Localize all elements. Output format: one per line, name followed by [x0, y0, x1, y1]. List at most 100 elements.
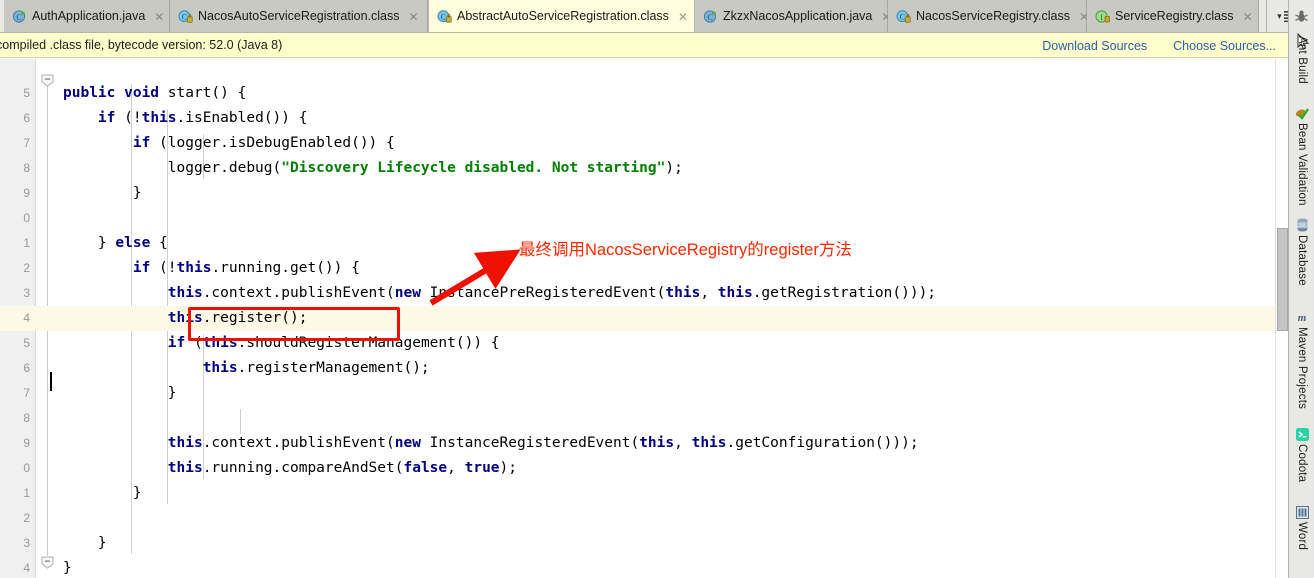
code-line[interactable]: 8 — [0, 406, 1288, 431]
line-number: 3 — [23, 286, 30, 300]
editor-tab-label: ServiceRegistry.class — [1115, 9, 1234, 24]
code-line[interactable]: 5 public void start() { — [0, 81, 1288, 106]
debug-bug-icon[interactable] — [1290, 5, 1312, 27]
tool-window-label: Codota — [1296, 444, 1308, 483]
close-icon[interactable]: ✕ — [408, 10, 418, 24]
line-number: 7 — [23, 136, 30, 150]
code-line-text: this.registerManagement(); — [202, 360, 430, 376]
svg-text:C: C — [900, 13, 905, 22]
line-number: 6 — [23, 361, 30, 375]
codota-icon — [1295, 427, 1309, 441]
editor-tab-bar: C AuthApplication.java ✕ C NacosAutoServiceR… — [0, 0, 1288, 33]
annotation-highlight-box — [188, 307, 400, 341]
interface-icon: I — [1095, 9, 1110, 24]
tool-window-label: Bean Validation — [1296, 123, 1308, 206]
line-number: 2 — [23, 511, 30, 525]
line-number: 4 — [23, 561, 30, 575]
editor-tab-2[interactable]: C AbstractAutoServiceRegistration.class ✕ — [428, 0, 695, 32]
close-icon[interactable]: ✕ — [1243, 10, 1253, 24]
vertical-scrollbar[interactable] — [1275, 59, 1288, 578]
editor-tab-4[interactable]: C NacosServiceRegistry.class ✕ — [888, 0, 1089, 32]
tool-window-button-ant-build[interactable]: Ant Build — [1289, 36, 1314, 84]
editor-tab-label: AbstractAutoServiceRegistration.class — [457, 9, 669, 24]
line-number: 1 — [23, 236, 30, 250]
java-class-icon: C — [12, 9, 27, 24]
code-line[interactable]: 7 } — [0, 381, 1288, 406]
compiled-class-icon: C — [896, 9, 911, 24]
line-number: 5 — [23, 336, 30, 350]
code-line-text: } — [63, 560, 72, 576]
svg-text:C: C — [16, 13, 21, 22]
editor-tab-3[interactable]: C ZkzxNacosApplication.java ✕ — [695, 0, 891, 32]
editor-tab-label: NacosAutoServiceRegistration.class — [198, 9, 400, 24]
scrollbar-thumb[interactable] — [1277, 228, 1288, 331]
code-line[interactable]: 0 — [0, 206, 1288, 231]
line-number: 8 — [23, 161, 30, 175]
line-number: 8 — [23, 411, 30, 425]
tool-window-button-bean-validation[interactable]: Bean Validation — [1289, 106, 1314, 206]
code-line-text: } — [63, 485, 142, 501]
line-number: 0 — [23, 461, 30, 475]
close-icon[interactable]: ✕ — [154, 10, 164, 24]
editor-tab-label: AuthApplication.java — [32, 9, 146, 24]
notice-actions: Download Sources Choose Sources... — [1042, 33, 1276, 58]
svg-text:C: C — [441, 13, 446, 22]
code-line[interactable]: 3 } — [0, 531, 1288, 556]
word-icon — [1295, 505, 1309, 519]
tool-window-label: Word — [1296, 522, 1308, 551]
code-line[interactable]: 1 } — [0, 481, 1288, 506]
editor-tab-label: NacosServiceRegistry.class — [916, 9, 1070, 24]
tool-window-button-maven-projects[interactable]: m Maven Projects — [1289, 310, 1314, 409]
line-number: 0 — [23, 211, 30, 225]
tool-window-button-database[interactable]: Database — [1289, 218, 1314, 286]
compiled-class-icon: C — [437, 9, 452, 24]
code-line[interactable]: 2 — [0, 506, 1288, 531]
code-line-text: } — [63, 385, 177, 401]
code-line-text: } — [63, 535, 107, 551]
tool-window-button-word[interactable]: Word — [1289, 505, 1314, 550]
line-number: 5 — [23, 86, 30, 100]
code-line[interactable]: 6 this.registerManagement(); — [0, 356, 1288, 381]
line-number: 4 — [23, 311, 30, 325]
text-caret — [50, 372, 52, 391]
code-line-text: this.context.publishEvent(new InstanceRe… — [167, 435, 919, 451]
code-line-text: logger.debug("Discovery Lifecycle disabl… — [63, 160, 683, 176]
code-line-text: } — [63, 185, 142, 201]
svg-text:m: m — [1298, 312, 1307, 324]
maven-icon: m — [1295, 310, 1309, 324]
code-line[interactable]: 3 this.context.publishEvent(new Instance… — [0, 281, 1288, 306]
code-line[interactable]: 7 if (logger.isDebugEnabled()) { — [0, 131, 1288, 156]
code-line[interactable]: 9 } — [0, 181, 1288, 206]
code-line[interactable]: 0 this.running.compareAndSet(false, true… — [0, 456, 1288, 481]
code-line[interactable]: 9 this.context.publishEvent(new Instance… — [0, 431, 1288, 456]
svg-text:C: C — [182, 13, 187, 22]
code-line-text: this.running.compareAndSet(false, true); — [167, 460, 517, 476]
choose-sources-link[interactable]: Choose Sources... — [1173, 39, 1276, 53]
line-number: 2 — [23, 261, 30, 275]
close-icon[interactable]: ✕ — [678, 10, 688, 24]
line-number: 7 — [23, 386, 30, 400]
line-number: 6 — [23, 111, 30, 125]
compiled-class-icon: C — [178, 9, 193, 24]
line-number: 9 — [23, 186, 30, 200]
line-number: 3 — [23, 536, 30, 550]
download-sources-link[interactable]: Download Sources — [1042, 39, 1147, 53]
database-icon — [1295, 218, 1309, 232]
decompiled-class-notice: compiled .class file, bytecode version: … — [0, 33, 1288, 58]
svg-text:C: C — [707, 13, 712, 22]
code-line[interactable]: 6 if (!this.isEnabled()) { — [0, 106, 1288, 131]
editor-tab-1[interactable]: C NacosAutoServiceRegistration.class ✕ — [170, 0, 428, 32]
editor-tab-5[interactable]: I ServiceRegistry.class ✕ — [1087, 0, 1259, 32]
editor-tab-0[interactable]: C AuthApplication.java ✕ — [4, 0, 170, 32]
code-line-text: if (!this.isEnabled()) { — [97, 110, 308, 126]
code-line[interactable]: 8 logger.debug("Discovery Lifecycle disa… — [0, 156, 1288, 181]
bean-validation-icon — [1295, 106, 1309, 120]
code-line-text: public void start() { — [63, 85, 247, 101]
tool-window-button-codota[interactable]: Codota — [1289, 427, 1314, 482]
code-line-text: if (!this.running.get()) { — [132, 260, 360, 276]
tool-window-label: Maven Projects — [1296, 327, 1308, 410]
code-line[interactable]: 4} — [0, 556, 1288, 578]
annotation-note: 最终调用NacosServiceRegistry的register方法 — [519, 241, 852, 259]
code-line-text: if (logger.isDebugEnabled()) { — [132, 135, 395, 151]
line-number: 1 — [23, 486, 30, 500]
